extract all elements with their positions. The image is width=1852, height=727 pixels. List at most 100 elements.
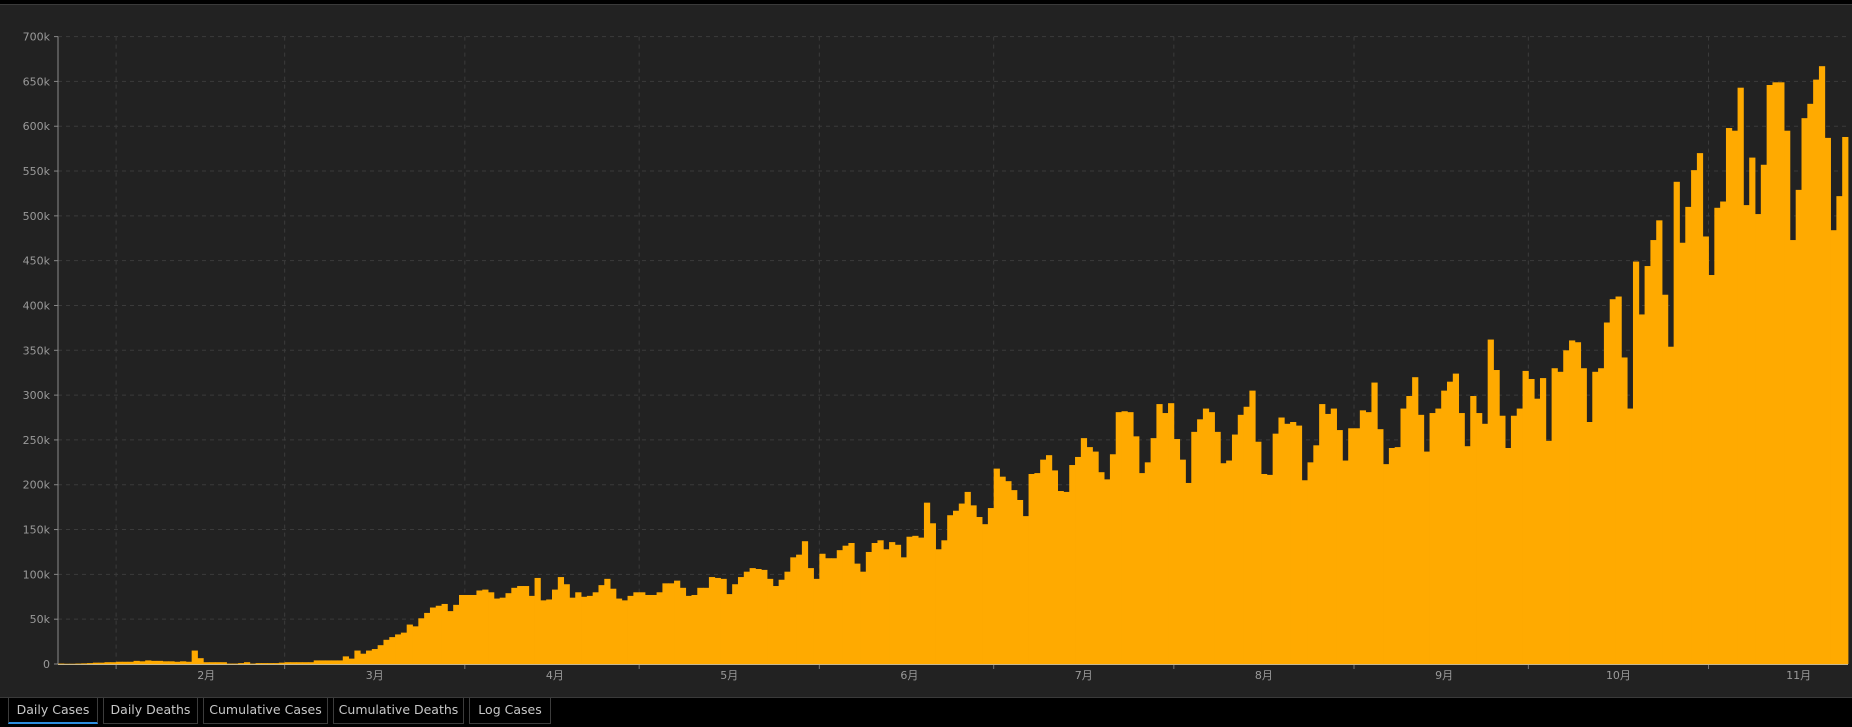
tab-daily-deaths[interactable]: Daily Deaths — [103, 698, 198, 724]
bar — [1063, 492, 1069, 664]
bar — [668, 583, 674, 664]
bar — [1610, 299, 1616, 664]
bar — [1505, 448, 1511, 664]
bar — [1575, 342, 1581, 664]
bar — [488, 592, 494, 664]
y-tick-label: 300k — [23, 389, 51, 402]
bar — [1493, 370, 1499, 664]
bar — [1482, 424, 1488, 664]
bar — [1581, 368, 1587, 664]
bars — [58, 66, 1848, 664]
bar — [1325, 414, 1331, 664]
bar — [1023, 516, 1029, 664]
bar — [471, 595, 477, 664]
bar — [267, 663, 273, 664]
bar — [1267, 475, 1273, 664]
y-tick-label: 450k — [23, 255, 51, 268]
bar — [1511, 416, 1517, 664]
bar — [616, 599, 622, 664]
bar — [1395, 447, 1401, 664]
bar — [1819, 66, 1825, 664]
bar — [145, 660, 151, 664]
bar — [1127, 412, 1133, 664]
bar — [569, 598, 575, 664]
bar — [924, 503, 930, 664]
bar — [1709, 275, 1715, 664]
bar — [1517, 409, 1523, 664]
bar — [1691, 170, 1697, 664]
bar — [413, 626, 419, 664]
bar — [192, 651, 198, 664]
bar — [837, 550, 843, 664]
bar — [529, 596, 535, 664]
bar — [721, 579, 727, 664]
bar — [1354, 428, 1360, 664]
tab-cumulative-deaths[interactable]: Cumulative Deaths — [333, 698, 464, 724]
bar — [418, 618, 424, 664]
bar — [99, 663, 105, 664]
bar — [1168, 403, 1174, 664]
bar — [1092, 452, 1098, 664]
bar — [1523, 371, 1529, 664]
bar — [1470, 396, 1476, 664]
bar — [1302, 480, 1308, 664]
bar — [1348, 428, 1354, 664]
bar — [1767, 85, 1773, 664]
bar — [1290, 422, 1296, 664]
bar — [1232, 435, 1238, 664]
bar — [180, 661, 186, 664]
x-tick-label: 4月 — [546, 669, 564, 682]
bar — [459, 595, 465, 664]
x-tick-label: 3月 — [366, 669, 384, 682]
bar — [1209, 412, 1215, 664]
bar — [1308, 462, 1314, 664]
bar — [151, 661, 157, 664]
y-tick-label: 650k — [23, 75, 51, 88]
bar — [1180, 460, 1186, 664]
bar — [877, 540, 883, 664]
bar — [953, 511, 959, 664]
bar — [465, 595, 471, 664]
x-axis-labels: 2月3月4月5月6月7月8月9月10月11月 — [197, 669, 1811, 682]
bar — [732, 584, 738, 664]
bar — [261, 663, 267, 664]
bar — [1831, 230, 1837, 664]
y-tick-label: 350k — [23, 344, 51, 357]
y-tick-label: 400k — [23, 299, 51, 312]
bar — [1755, 214, 1761, 664]
bar — [1842, 137, 1848, 664]
bar — [1185, 483, 1191, 664]
bar — [1592, 372, 1598, 664]
bar — [552, 590, 558, 664]
bar — [1627, 409, 1633, 664]
bar — [1703, 236, 1709, 664]
bar — [889, 542, 895, 664]
bar — [174, 662, 180, 664]
bar — [1133, 436, 1139, 664]
bar — [848, 543, 854, 664]
bar — [686, 596, 692, 664]
bar — [1249, 391, 1255, 664]
bar — [680, 588, 686, 664]
bar — [389, 637, 395, 664]
tab-cumulative-cases[interactable]: Cumulative Cases — [203, 698, 328, 724]
bar — [1075, 457, 1081, 664]
bar — [256, 663, 262, 664]
bar — [337, 660, 343, 664]
y-tick-label: 100k — [23, 568, 51, 581]
bar — [703, 588, 709, 664]
bar — [1662, 295, 1668, 664]
bar — [279, 663, 285, 664]
bar — [87, 663, 93, 664]
bar — [1156, 404, 1162, 664]
bar — [1464, 446, 1470, 664]
bar — [598, 585, 604, 664]
daily-cases-chart: 050k100k150k200k250k300k350k400k450k500k… — [0, 5, 1852, 697]
bar — [1836, 196, 1842, 664]
bar — [1679, 243, 1685, 664]
bar — [1412, 377, 1418, 664]
bar — [1528, 379, 1534, 664]
bar — [349, 659, 355, 664]
tab-log-cases[interactable]: Log Cases — [469, 698, 551, 724]
tab-daily-cases[interactable]: Daily Cases — [8, 698, 98, 724]
